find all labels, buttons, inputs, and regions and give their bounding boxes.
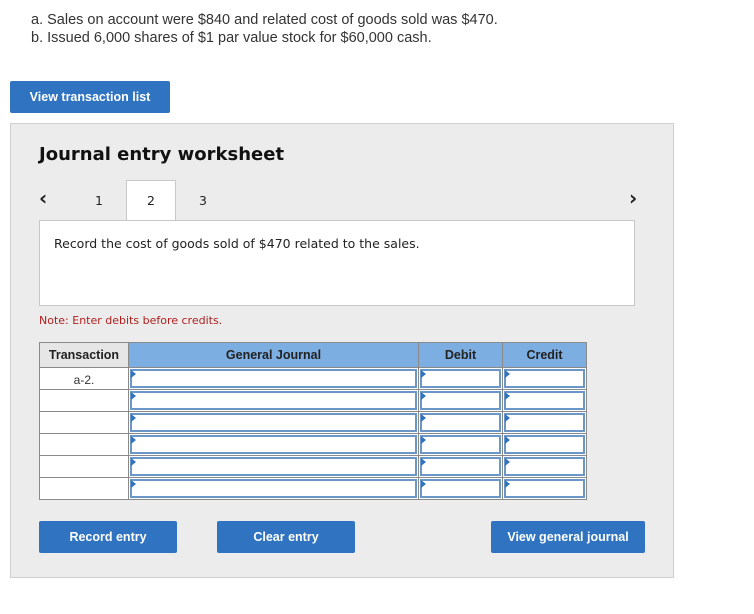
journal-entry-worksheet-panel: Journal entry worksheet ‹ 1 2 3 › Record… [10, 123, 674, 578]
account-select[interactable] [128, 367, 419, 390]
transaction-cell [39, 455, 129, 478]
credit-input[interactable] [502, 433, 587, 456]
debit-input[interactable] [418, 411, 503, 434]
note-text: Note: Enter debits before credits. [39, 314, 223, 327]
view-transaction-list-button[interactable]: View transaction list [10, 81, 170, 113]
instruction-text: Record the cost of goods sold of $470 re… [54, 236, 420, 251]
transaction-cell [39, 477, 129, 500]
credit-input[interactable] [502, 367, 587, 390]
table-row [39, 455, 587, 478]
table-row [39, 477, 587, 500]
tab-1[interactable]: 1 [87, 180, 111, 220]
debit-input[interactable] [418, 477, 503, 500]
debit-input[interactable] [418, 367, 503, 390]
transaction-cell [39, 411, 129, 434]
column-header-credit: Credit [502, 342, 587, 368]
column-header-transaction: Transaction [39, 342, 129, 368]
transaction-cell [39, 389, 129, 412]
view-general-journal-button[interactable]: View general journal [491, 521, 645, 553]
table-row: a-2. [39, 367, 587, 390]
credit-input[interactable] [502, 477, 587, 500]
transaction-cell [39, 433, 129, 456]
clear-entry-button[interactable]: Clear entry [217, 521, 355, 553]
debit-input[interactable] [418, 389, 503, 412]
transaction-cell: a-2. [39, 367, 129, 390]
worksheet-title: Journal entry worksheet [39, 144, 285, 165]
debit-input[interactable] [418, 455, 503, 478]
column-header-debit: Debit [418, 342, 503, 368]
credit-input[interactable] [502, 455, 587, 478]
account-select[interactable] [128, 389, 419, 412]
table-row [39, 411, 587, 434]
problem-statement: a. Sales on account were $840 and relate… [31, 11, 498, 47]
account-select[interactable] [128, 455, 419, 478]
table-row [39, 389, 587, 412]
chevron-right-icon[interactable]: › [629, 186, 637, 210]
account-select[interactable] [128, 411, 419, 434]
credit-input[interactable] [502, 389, 587, 412]
account-select[interactable] [128, 433, 419, 456]
tab-3[interactable]: 3 [191, 180, 215, 220]
record-entry-button[interactable]: Record entry [39, 521, 177, 553]
tab-2[interactable]: 2 [126, 180, 176, 220]
debit-input[interactable] [418, 433, 503, 456]
column-header-general-journal: General Journal [128, 342, 419, 368]
instruction-box: Record the cost of goods sold of $470 re… [39, 220, 635, 306]
journal-table: Transaction General Journal Debit Credit… [39, 342, 587, 500]
transaction-b-text: b. Issued 6,000 shares of $1 par value s… [31, 30, 432, 46]
credit-input[interactable] [502, 411, 587, 434]
chevron-left-icon[interactable]: ‹ [39, 186, 47, 210]
account-select[interactable] [128, 477, 419, 500]
table-row [39, 433, 587, 456]
transaction-a-text: a. Sales on account were $840 and relate… [31, 12, 498, 28]
